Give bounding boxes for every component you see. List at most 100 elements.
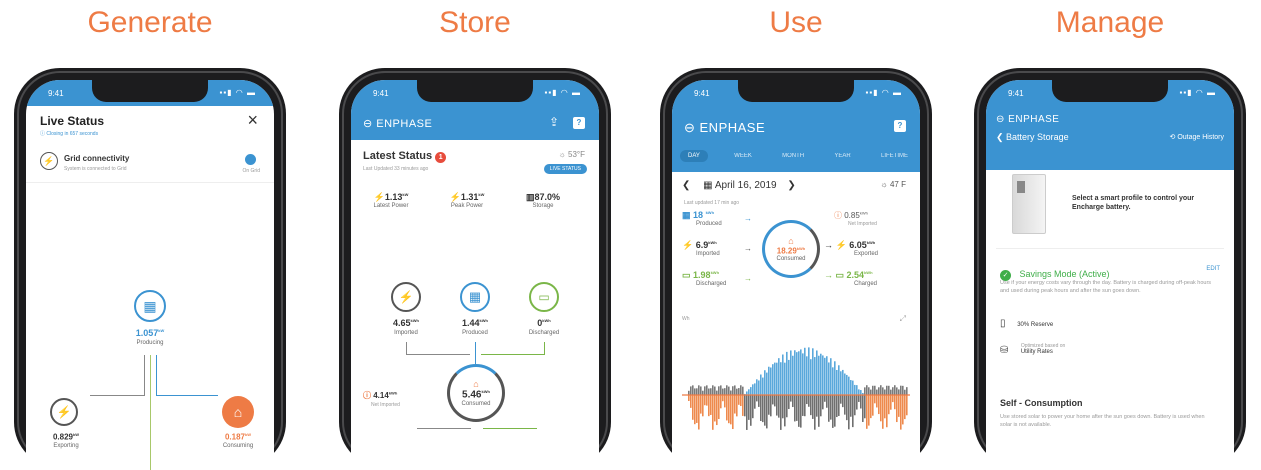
status-time: 9:41 xyxy=(1008,89,1024,98)
arrow-produced: → xyxy=(744,214,752,223)
tab-day[interactable]: DAY xyxy=(680,150,708,162)
net-imported-value: ⓘ 4.14kWh xyxy=(363,390,397,401)
signal-wifi-battery-icon: ▪▪▮ ◠ ▬ xyxy=(1179,88,1216,97)
chart-bar-down xyxy=(826,395,828,408)
chart-bar-down xyxy=(796,395,798,421)
chart-bar-up xyxy=(892,387,894,395)
chart-bar-down xyxy=(784,395,786,427)
discharged-value: 0kWh xyxy=(514,318,574,328)
exported-unit: kWh xyxy=(866,240,876,245)
flow-line-blue xyxy=(475,342,476,364)
help-icon[interactable]: ? xyxy=(894,120,906,132)
chart-bar-down xyxy=(798,395,800,427)
chart-bar-down xyxy=(880,395,882,422)
chart-bar-up xyxy=(782,354,784,395)
prev-date-icon[interactable]: ❮ xyxy=(682,180,690,191)
closing-timer-text: Closing in 657 seconds xyxy=(46,131,99,137)
date-label[interactable]: April 16, 2019 xyxy=(715,180,777,191)
coins-icon: ⛁ xyxy=(1000,345,1009,356)
producing-unit: kW xyxy=(158,328,165,333)
chart-bar-down xyxy=(764,395,766,426)
produced-value: ▦ 18 kWh xyxy=(682,210,722,221)
encharge-battery-image xyxy=(1012,174,1046,234)
phone-manage: 9:41 ▪▪▮ ◠ ▬ ⊖ ENPHASE ❮ Battery Storage… xyxy=(974,68,1246,470)
chart-bar-down xyxy=(710,395,712,415)
chart-bar-down xyxy=(778,395,780,418)
flow-line-gray xyxy=(144,355,145,395)
self-consumption-title[interactable]: Self - Consumption xyxy=(1000,398,1083,408)
mode-description: Use if your energy costs vary through th… xyxy=(1000,280,1212,294)
heading-generate: Generate xyxy=(87,6,213,39)
exported-stat: → ⚡ 6.05kWh Exported xyxy=(824,240,878,257)
consumed-value: 5.46kWh xyxy=(462,389,490,400)
consumed-unit: kWh xyxy=(481,389,490,395)
chart-bar-down xyxy=(720,395,722,409)
chart-bar-down xyxy=(708,395,710,417)
brand-name: ENPHASE xyxy=(376,118,433,130)
discharged-unit: kWh xyxy=(542,318,551,323)
chart-bar-down xyxy=(728,395,730,424)
battery-icon: ▭ xyxy=(835,270,845,280)
reserve-label: 30% Reserve xyxy=(1017,322,1054,328)
tab-lifetime[interactable]: LIFETIME xyxy=(877,150,912,162)
charged-stat: → ▭ 2.54kWh Charged xyxy=(824,270,877,287)
app-header: ⊖ ENPHASE ❮ Battery Storage ⟲ Outage His… xyxy=(986,106,1234,170)
chart-bar-down xyxy=(840,395,842,404)
exporting-label: Exporting xyxy=(53,443,79,449)
help-icon[interactable]: ? xyxy=(573,117,585,129)
chart-bar-up xyxy=(838,365,840,395)
grid-toggle[interactable] xyxy=(245,154,256,165)
chart-bar-up xyxy=(884,389,886,395)
grid-toggle-label: On Grid xyxy=(242,168,260,174)
tab-week[interactable]: WEEK xyxy=(730,150,756,162)
chart-bar-down xyxy=(860,395,862,409)
produced-label: Produced xyxy=(462,330,488,336)
chart-bar-up xyxy=(712,385,714,395)
tab-month[interactable]: MONTH xyxy=(778,150,808,162)
consumed-unit: kWh xyxy=(796,246,806,252)
chart-bar-up xyxy=(820,353,822,395)
chart-bar-up xyxy=(852,380,854,395)
chart-bar-down xyxy=(902,395,904,425)
status-time: 9:41 xyxy=(373,89,389,98)
edit-button[interactable]: EDIT xyxy=(1206,266,1220,272)
battery-icon: ▭ xyxy=(529,282,559,312)
tab-year[interactable]: YEAR xyxy=(830,150,854,162)
produced-label: Produced xyxy=(696,221,722,227)
outage-history-button[interactable]: ⟲ Outage History xyxy=(1170,133,1225,141)
producing-number: 1.057 xyxy=(135,328,159,338)
flow-line-gray-h xyxy=(406,354,470,355)
chart-bar-down xyxy=(690,395,692,408)
chart-bar-up xyxy=(798,351,800,395)
produced-unit: kWh xyxy=(479,318,488,323)
notch xyxy=(92,80,208,102)
chart-bar-down xyxy=(864,395,866,419)
live-status-button[interactable]: LIVE STATUS xyxy=(543,164,587,174)
chart-bar-up xyxy=(708,388,710,395)
solar-panel-icon: ▦ xyxy=(134,290,166,322)
chart-bar-down xyxy=(792,395,794,408)
signal-wifi-battery-icon: ▪▪▮ ◠ ▬ xyxy=(544,88,581,97)
expand-icon[interactable]: ⤢ xyxy=(900,314,906,324)
back-button[interactable]: ❮ Battery Storage xyxy=(996,132,1069,143)
app-header: ⊖ ENPHASE ? DAY WEEK MONTH YEAR LIFETIME xyxy=(672,106,920,172)
flow-line-green-h xyxy=(481,354,545,355)
consumed-ring: ⌂ 5.46kWh Consumed xyxy=(447,364,505,422)
imported-value: ⚡ 6.9kWh xyxy=(682,240,720,251)
imported-unit: kWh xyxy=(410,318,419,323)
chart-bar-up xyxy=(866,385,868,395)
grid-subtitle: System is connected to Grid xyxy=(64,166,127,172)
chart-bar-down xyxy=(714,395,716,422)
exporting-value: 0.829kW xyxy=(36,432,96,442)
next-date-icon[interactable]: ❯ xyxy=(787,180,795,191)
discharged-label: Discharged xyxy=(696,281,727,287)
producing-value: 1.057kW xyxy=(116,328,184,338)
chart-bar-up xyxy=(888,385,890,395)
chart-bar-up xyxy=(770,367,772,395)
close-icon[interactable]: × xyxy=(247,110,258,131)
notification-badge[interactable]: 1 xyxy=(435,152,447,163)
share-icon[interactable]: ⇪ xyxy=(549,115,559,129)
chart-bar-down xyxy=(712,395,714,430)
chart-bar-up xyxy=(700,386,702,395)
stat-storage: ▥87.0% Storage xyxy=(513,192,573,209)
